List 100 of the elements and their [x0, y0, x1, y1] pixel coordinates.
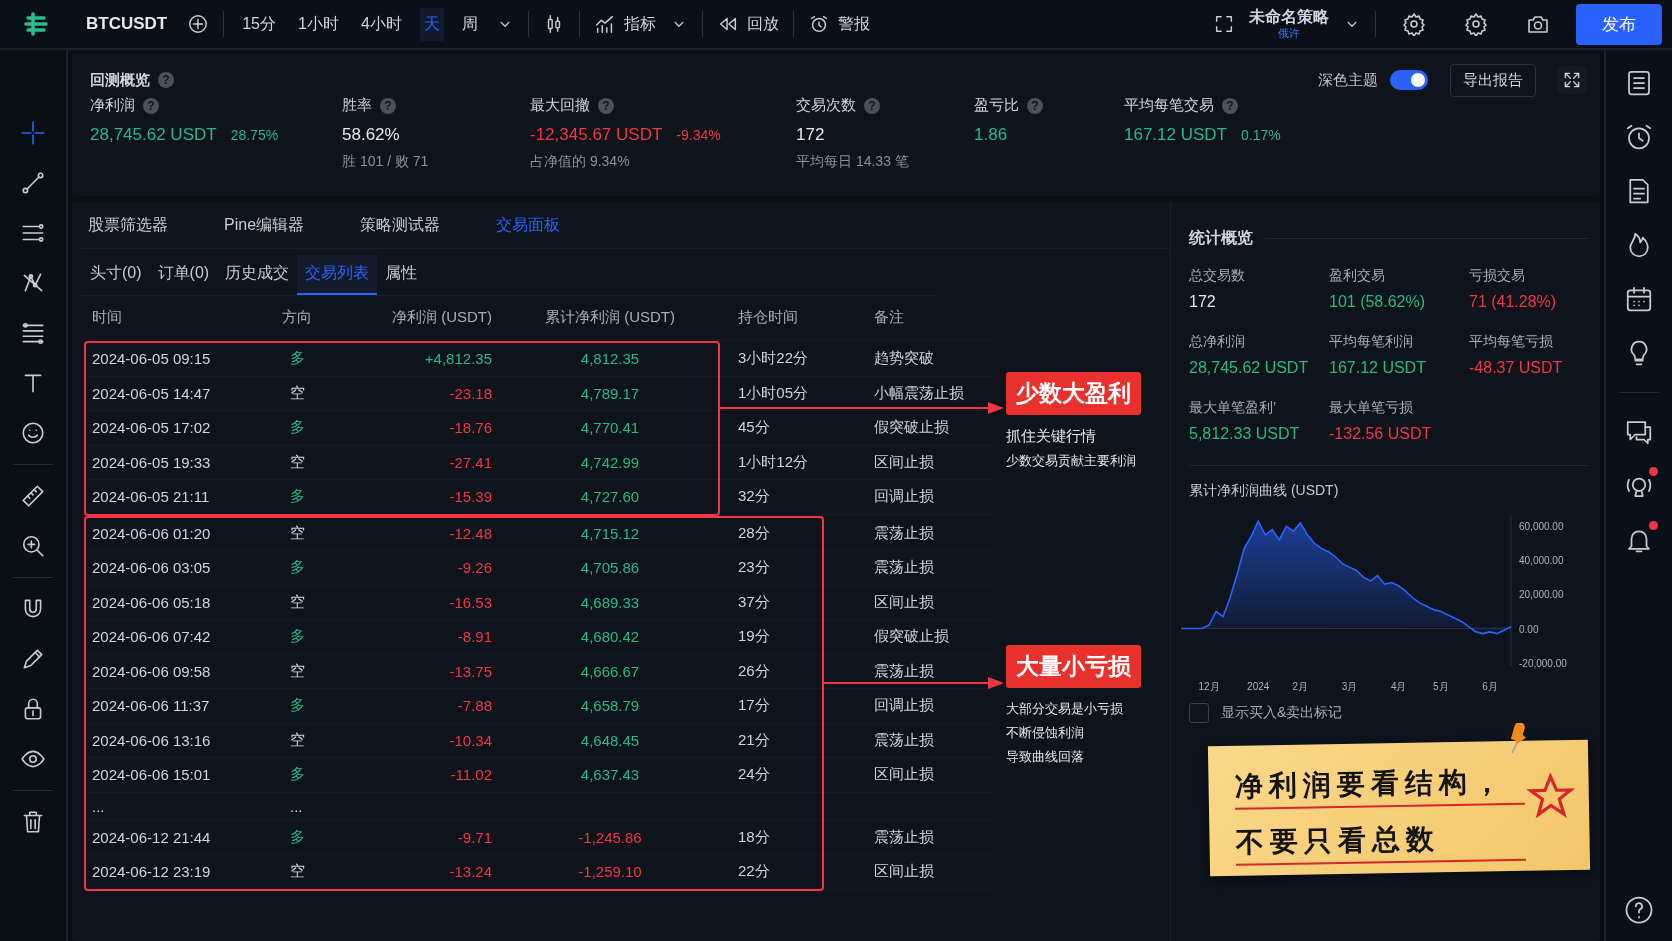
time-cell-text: 2024-06-06 15:01: [92, 766, 212, 784]
holding-time-cell-text: 24分: [737, 765, 771, 785]
star-icon: [1526, 771, 1576, 821]
checkbox[interactable]: [1189, 703, 1209, 723]
direction-cell-text: 多: [289, 418, 306, 438]
calendar-icon[interactable]: [1624, 284, 1654, 314]
cumulative-profit-cell-text: 4,689.33: [579, 593, 641, 611]
metric-value: 28,745.62 USDT: [90, 125, 217, 145]
ellipsis: ...: [92, 797, 106, 815]
indicators-button[interactable]: 指标: [593, 13, 656, 35]
alerts-button[interactable]: 警报: [807, 13, 870, 35]
metric-value: 172: [796, 125, 825, 145]
column-header[interactable]: 方向: [282, 308, 352, 327]
remark-cell-text: 区间止损: [874, 592, 935, 612]
callout-text: 不断侵蚀利润: [1006, 723, 1084, 742]
stat-value: 167.12 USDT: [1329, 359, 1427, 377]
net-profit-cell-text: -13.24: [448, 863, 492, 881]
fib-lines-icon[interactable]: [20, 320, 46, 346]
holding-time-cell-text: 26分: [737, 661, 771, 681]
holding-time-cell-text: 1小时05分: [737, 383, 810, 403]
callout-text: 抓住关键行情: [1006, 427, 1096, 446]
sub-tab[interactable]: 属性: [377, 255, 426, 295]
net-profit-cell-text: -9.71: [456, 828, 492, 846]
net-profit-cell-text: -8.91: [456, 628, 492, 646]
timeframe-button[interactable]: 周: [457, 7, 482, 41]
cumulative-profit-cell-text: 4,770.41: [579, 419, 641, 437]
cumulative-profit-cell-text: 4,705.86: [579, 559, 641, 577]
smiley-icon[interactable]: [20, 420, 46, 446]
panel-tab[interactable]: 股票筛选器: [88, 214, 168, 236]
add-icon[interactable]: [187, 13, 210, 35]
expand-icon[interactable]: [1558, 66, 1586, 94]
holding-time-cell-text: 22分: [737, 862, 771, 882]
export-report-button[interactable]: 导出报告: [1450, 63, 1536, 97]
panel-tab[interactable]: 交易面板: [496, 214, 561, 236]
fullscreen-icon[interactable]: [1213, 13, 1235, 35]
column-header[interactable]: 备注: [874, 308, 1002, 327]
column-header[interactable]: 持仓时间: [728, 308, 874, 327]
timeframe-button[interactable]: 天: [419, 7, 444, 41]
cumulative-profit-cell-text: -1,245.86: [577, 828, 643, 846]
ruler-icon[interactable]: [20, 483, 46, 509]
net-profit-cell-text: -10.34: [448, 731, 492, 749]
metric-label: 胜率: [342, 96, 372, 115]
x-tick-label: 12月: [1198, 681, 1220, 692]
time-cell-text: 2024-06-05 17:02: [92, 419, 212, 437]
help-icon[interactable]: [1624, 895, 1654, 925]
net-profit-cell-text: -15.39: [448, 488, 492, 506]
callout-text: 少数交易贡献主要利润: [1006, 452, 1136, 470]
holding-time-cell-text: 23分: [737, 558, 771, 578]
metric-label: 交易次数: [796, 96, 856, 115]
stat-value: 5,812.33 USDT: [1189, 425, 1301, 443]
dark-theme-toggle[interactable]: [1390, 70, 1428, 90]
stat-value: 172: [1189, 293, 1217, 311]
replay-button[interactable]: 回放: [716, 13, 779, 35]
direction-cell-text: 多: [289, 349, 306, 369]
metric-label: 平均每笔交易: [1124, 96, 1214, 115]
sub-tab[interactable]: 头寸(0): [82, 255, 150, 295]
net-profit-cell-text: -16.53: [448, 593, 492, 611]
logo-icon[interactable]: [22, 10, 50, 38]
stat-label: 平均每笔利润: [1329, 333, 1414, 351]
timeframe-button[interactable]: 4小时: [356, 7, 406, 41]
time-cell-text: 2024-06-05 19:33: [92, 453, 212, 471]
crosshair-icon[interactable]: [20, 120, 46, 146]
metric-subtext: 占净值的 9.34%: [530, 153, 631, 171]
column-header[interactable]: 时间: [92, 308, 282, 327]
timeframe-button[interactable]: 15分: [238, 7, 280, 41]
sub-tab[interactable]: 历史成交: [217, 255, 298, 295]
zoom-in-icon[interactable]: [20, 533, 46, 559]
settings-icon[interactable]: [1464, 12, 1488, 36]
time-cell-text: 2024-06-06 13:16: [92, 731, 212, 749]
line-tool-icon[interactable]: [20, 170, 46, 196]
holding-time-cell-text: 28分: [737, 523, 771, 543]
callout-text: 导致曲线回落: [1006, 747, 1084, 766]
x-tick-label: 2024: [1247, 681, 1270, 692]
panel-tab[interactable]: 策略测试器: [360, 214, 441, 236]
alarm-clock-icon[interactable]: [1624, 122, 1654, 152]
panel-tab[interactable]: Pine编辑器: [224, 214, 305, 236]
net-profit-cell-text: -12.48: [448, 524, 492, 542]
symbol-name[interactable]: BTCUSDT: [86, 14, 168, 34]
cumulative-profit-cell-text: -1,259.10: [577, 863, 643, 881]
publish-button[interactable]: 发布: [1576, 3, 1662, 45]
column-header[interactable]: 累计净利润 (USDT): [492, 308, 728, 327]
direction-cell-text: 多: [289, 696, 306, 716]
metric-subtext: 平均每日 14.33 笔: [796, 153, 910, 171]
net-profit-cell-text: -27.41: [448, 453, 492, 471]
remark-cell-text: 区间止损: [874, 765, 935, 785]
settings-icon[interactable]: [1402, 12, 1426, 36]
timeframe-button[interactable]: 1小时: [294, 7, 343, 41]
metric-value: -12,345.67 USDT: [530, 125, 663, 145]
net-profit-cell-text: -11.02: [449, 766, 492, 784]
column-header[interactable]: 净利润 (USDT): [352, 308, 492, 327]
cumulative-profit-cell-text: 4,742.99: [579, 453, 641, 471]
sub-tab[interactable]: 交易列表: [297, 255, 378, 295]
y-tick-label: 40,000.00: [1519, 555, 1564, 567]
sub-tab[interactable]: 订单(0): [149, 255, 218, 295]
x-tick-label: 2月: [1292, 681, 1309, 692]
stat-value: 101 (58.62%): [1329, 293, 1427, 311]
x-tick-label: 3月: [1341, 681, 1358, 692]
y-tick-label: 60,000.00: [1519, 521, 1564, 533]
direction-cell-text: 空: [289, 730, 306, 750]
strategy-name[interactable]: 未命名策略: [1249, 9, 1329, 25]
